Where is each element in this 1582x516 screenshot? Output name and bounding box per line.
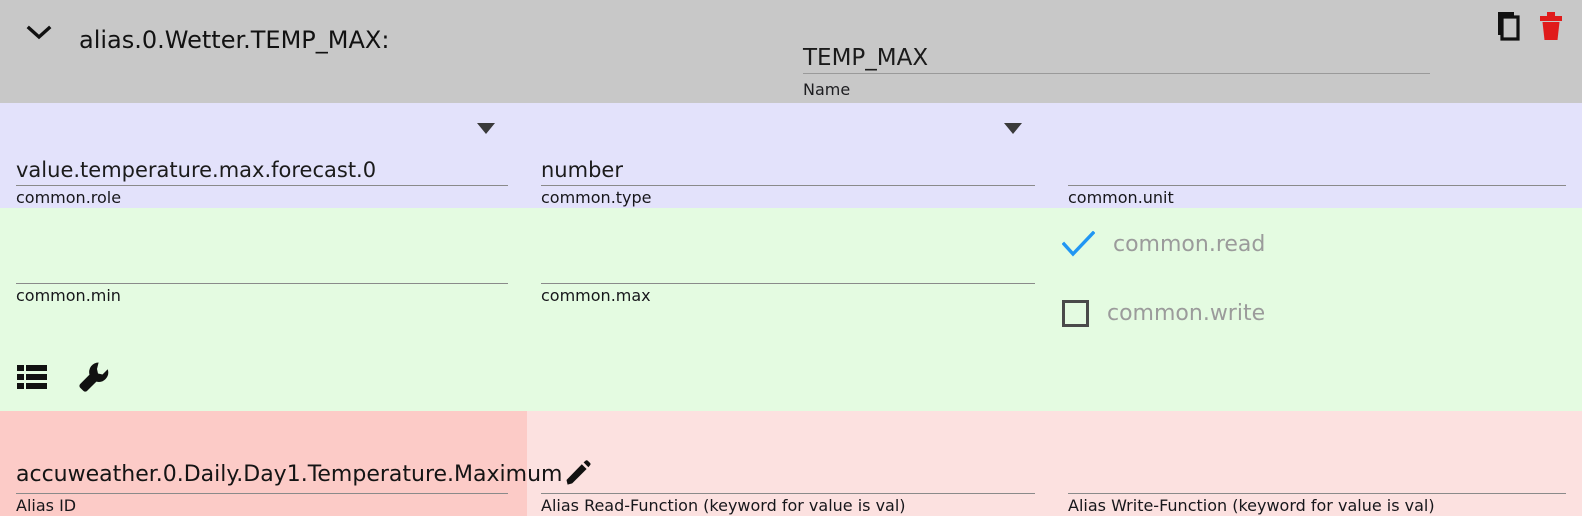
checkmark-icon	[1062, 228, 1095, 261]
alias-read-function-underline	[541, 493, 1035, 494]
name-field-label: Name	[803, 80, 851, 99]
common-type-label: common.type	[541, 188, 652, 207]
alias-id-underline	[16, 493, 508, 494]
common-unit-field[interactable]: common.unit	[1068, 103, 1566, 208]
page-title: alias.0.Wetter.TEMP_MAX:	[79, 26, 390, 54]
common-read-label: common.read	[1113, 232, 1266, 257]
name-field[interactable]: TEMP_MAX Name	[803, 12, 1430, 100]
common-max-label: common.max	[541, 286, 651, 305]
list-icon[interactable]	[14, 358, 50, 396]
header-actions	[1492, 8, 1568, 44]
alias-write-function-field[interactable]: Alias Write-Function (keyword for value …	[1068, 414, 1566, 516]
common-min-field[interactable]: common.min	[16, 208, 508, 306]
chevron-down-icon[interactable]	[477, 123, 495, 134]
alias-read-function-field[interactable]: Alias Read-Function (keyword for value i…	[541, 414, 1035, 516]
common-min-underline	[16, 283, 508, 284]
common-role-field[interactable]: value.temperature.max.forecast.0 common.…	[16, 103, 508, 208]
common-min-label: common.min	[16, 286, 121, 305]
common-unit-underline	[1068, 185, 1566, 186]
alias-id-label: Alias ID	[16, 496, 77, 515]
chevron-down-icon[interactable]	[1004, 123, 1022, 134]
alias-id-field[interactable]: accuweather.0.Daily.Day1.Temperature.Max…	[16, 414, 591, 516]
common-role-value[interactable]: value.temperature.max.forecast.0	[16, 158, 376, 182]
empty-checkbox-icon	[1062, 300, 1089, 327]
common-max-underline	[541, 283, 1035, 284]
alias-read-function-label: Alias Read-Function (keyword for value i…	[541, 496, 906, 515]
chevron-down-icon[interactable]	[22, 16, 56, 50]
copy-icon[interactable]	[1492, 8, 1526, 44]
common-write-label: common.write	[1107, 301, 1266, 326]
common-role-underline	[16, 185, 508, 186]
object-tool-buttons	[14, 358, 112, 396]
common-type-field[interactable]: number common.type	[541, 103, 1035, 208]
wrench-icon[interactable]	[76, 358, 112, 396]
common-type-underline	[541, 185, 1035, 186]
common-read-checkbox[interactable]: common.read	[1062, 228, 1265, 261]
common-role-label: common.role	[16, 188, 122, 207]
alias-id-value[interactable]: accuweather.0.Daily.Day1.Temperature.Max…	[16, 462, 562, 488]
common-write-checkbox[interactable]: common.write	[1062, 300, 1265, 327]
alias-write-function-label: Alias Write-Function (keyword for value …	[1068, 496, 1435, 515]
delete-icon[interactable]	[1534, 8, 1568, 44]
name-field-value[interactable]: TEMP_MAX	[803, 46, 928, 70]
alias-id-value-wrap: accuweather.0.Daily.Day1.Temperature.Max…	[16, 460, 591, 490]
common-unit-label: common.unit	[1068, 188, 1174, 207]
common-type-value[interactable]: number	[541, 158, 623, 182]
name-field-underline	[803, 73, 1430, 74]
common-max-field[interactable]: common.max	[541, 208, 1035, 306]
object-detail-panel: alias.0.Wetter.TEMP_MAX: TEMP_MAX Name v…	[0, 0, 1582, 516]
alias-write-function-underline	[1068, 493, 1566, 494]
